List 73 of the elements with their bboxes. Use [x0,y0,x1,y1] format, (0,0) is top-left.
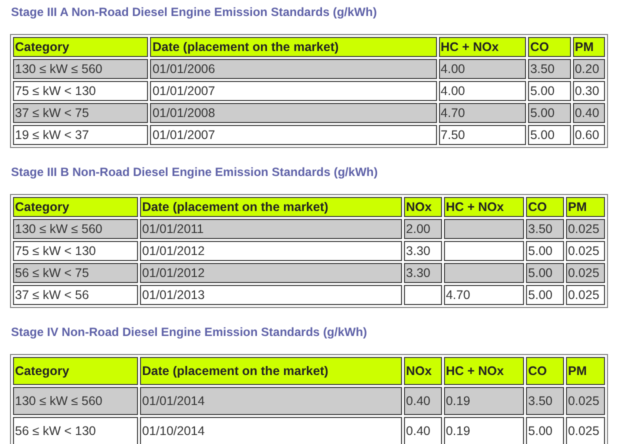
column-header: CO [528,37,571,57]
table-cell: 5.00 [528,125,571,145]
table-cell: 01/01/2013 [140,285,402,305]
table-cell: 4.70 [444,285,524,305]
table-cell: 0.60 [572,125,605,145]
column-header: Date (placement on the market) [140,197,402,217]
table-cell: 0.025 [566,241,605,261]
table-cell: 5.00 [526,241,564,261]
table-cell: 5.00 [526,417,564,444]
column-header: CO [526,357,564,385]
column-header: PM [566,357,605,385]
table-cell: 0.025 [566,263,605,283]
table-cell: 4.00 [438,81,526,101]
column-header: HC + NOx [438,37,526,57]
table-cell: 01/10/2014 [140,417,402,444]
table-cell: 75 ≤ kW < 130 [13,81,148,101]
table-cell: 0.025 [566,417,605,444]
table-cell: 37 ≤ kW < 56 [13,285,138,305]
table-cell: 01/01/2014 [140,387,402,415]
table-cell: 75 ≤ kW < 130 [13,241,138,261]
column-header: NOx [404,197,442,217]
table-cell: 5.00 [528,103,571,123]
table-title: Stage III A Non-Road Diesel Engine Emission Standards (g/kWh) [11,5,378,19]
table-cell: 3.50 [528,59,571,79]
table-cell: 19 ≤ kW < 37 [13,125,148,145]
table-cell: 0.20 [572,59,605,79]
column-header: HC + NOx [444,357,524,385]
table-cell: 5.00 [528,81,571,101]
table-cell: 130 ≤ kW ≤ 560 [13,387,138,415]
table-cell: 0.19 [444,417,524,444]
table-cell [404,285,442,305]
column-header: CO [526,197,564,217]
table-cell: 0.40 [404,387,442,415]
table-cell: 130 ≤ kW ≤ 560 [13,219,138,239]
table-cell: 01/01/2012 [140,241,402,261]
table-cell: 4.00 [438,59,526,79]
table-cell: 01/01/2008 [150,103,437,123]
column-header: Category [13,197,138,217]
table-cell: 130 ≤ kW ≤ 560 [13,59,148,79]
table-cell: 01/01/2007 [150,125,437,145]
table-cell: 2.00 [404,219,442,239]
table-cell: 3.30 [404,241,442,261]
table-cell: 0.40 [572,103,605,123]
column-header: PM [572,37,605,57]
table-cell: 3.50 [526,219,564,239]
table-title: Stage III B Non-Road Diesel Engine Emission Standards (g/kWh) [11,165,379,179]
table-cell: 3.30 [404,263,442,283]
table-cell: 0.025 [566,219,605,239]
table-cell: 0.025 [566,387,605,415]
table-cell: 0.025 [566,285,605,305]
table-cell: 7.50 [438,125,526,145]
table-cell: 56 ≤ kW < 75 [13,263,138,283]
table-title: Stage IV Non-Road Diesel Engine Emission Standards (g/kWh) [11,325,368,339]
column-header: Category [13,357,138,385]
column-header: NOx [404,357,442,385]
table-cell: 01/01/2007 [150,81,437,101]
table-cell: 01/01/2011 [140,219,402,239]
table-cell: 0.40 [404,417,442,444]
table-cell: 0.19 [444,387,524,415]
column-header: PM [566,197,605,217]
table-cell: 5.00 [526,263,564,283]
table-cell: 5.00 [526,285,564,305]
column-header: Date (placement on the market) [150,37,437,57]
table-cell: 3.50 [526,387,564,415]
table-cell: 37 ≤ kW < 75 [13,103,148,123]
column-header: HC + NOx [444,197,524,217]
table-cell: 56 ≤ kW < 130 [13,417,138,444]
table-cell: 01/01/2012 [140,263,402,283]
table-cell: 01/01/2006 [150,59,437,79]
column-header: Date (placement on the market) [140,357,402,385]
table-cell: 4.70 [438,103,526,123]
column-header: Category [13,37,148,57]
table-cell: 0.30 [572,81,605,101]
